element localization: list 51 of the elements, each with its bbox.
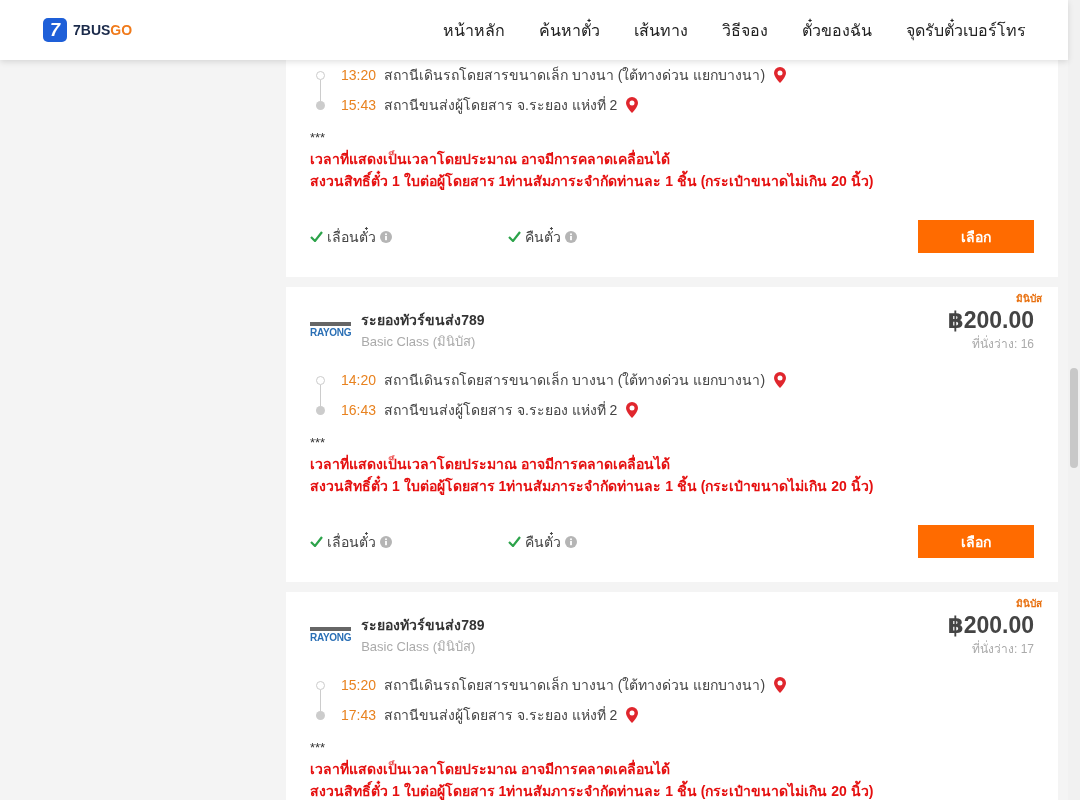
feature-label: คืนตั๋ว <box>525 226 561 247</box>
nav-link[interactable]: ค้นหาตั๋ว <box>539 17 600 43</box>
notice-text: สงวนสิทธิ์ตั๋ว 1 ใบต่อผู้โดยสาร 1ท่านสัมภาระจำกัดท่านละ 1 ชิ้น (กระเป๋าขนาดไม่เกิน 20 นิ้ว) <box>310 172 1034 190</box>
operator-name: ระยองทัวร์ขนส่ง789 <box>361 615 485 635</box>
map-pin-icon[interactable] <box>625 401 640 419</box>
feature-label: เลื่อนตั๋ว <box>327 531 376 552</box>
nav-link[interactable]: วิธีจอง <box>722 17 768 43</box>
feature-label: เลื่อนตั๋ว <box>327 226 376 247</box>
logo-name[interactable]: 7BUSGO <box>73 22 133 38</box>
stop-name: สถานีเดินรถโดยสารขนาดเล็ก บางนา (ใต้ทางด่วน แยกบางนา) <box>384 65 766 85</box>
stop-time: 16:43 <box>341 402 377 418</box>
stop-time: 14:20 <box>341 372 377 388</box>
price: ฿200.00 <box>947 307 1034 334</box>
map-pin-icon[interactable] <box>625 706 640 724</box>
bus-class: Basic Class (มินิบัส) <box>361 637 477 656</box>
seats-available: ที่นั่งว่าง: 16 <box>972 337 1034 351</box>
operator-logo: RAYONG <box>310 627 352 643</box>
notice-text: เวลาที่แสดงเป็นเวลาโดยประมาณ อาจมีการคลาดเคลื่อนได้ <box>310 455 671 473</box>
price: ฿200.00 <box>947 612 1034 639</box>
operator-logo: RAYONG <box>310 322 352 338</box>
stop-name: สถานีขนส่งผู้โดยสาร จ.ระยอง แห่งที่ 2 <box>384 95 618 116</box>
stop-time: 17:43 <box>341 707 377 723</box>
nav-link[interactable]: ตั๋วของฉัน <box>802 17 872 43</box>
notice-text: สงวนสิทธิ์ตั๋ว 1 ใบต่อผู้โดยสาร 1ท่านสัมภาระจำกัดท่านละ 1 ชิ้น (กระเป๋าขนาดไม่เกิน 20 นิ้ว) <box>310 782 1034 800</box>
note-mark: *** <box>310 740 327 756</box>
map-pin-icon[interactable] <box>773 371 788 389</box>
stop-time: 13:20 <box>341 67 377 83</box>
feature-label: คืนตั๋ว <box>525 531 561 552</box>
logo-mark[interactable]: 7 <box>43 18 67 42</box>
stop-time: 15:20 <box>341 677 377 693</box>
map-pin-icon[interactable] <box>773 66 788 84</box>
note-mark: *** <box>310 130 327 146</box>
vehicle-type-label: มินิบัส <box>1016 292 1042 306</box>
stop-name: สถานีเดินรถโดยสารขนาดเล็ก บางนา (ใต้ทางด่วน แยกบางนา) <box>384 675 766 695</box>
map-pin-icon[interactable] <box>773 676 788 694</box>
stop-time: 15:43 <box>341 97 377 113</box>
notice-text: เวลาที่แสดงเป็นเวลาโดยประมาณ อาจมีการคลาดเคลื่อนได้ <box>310 150 671 168</box>
seats-available: ที่นั่งว่าง: 17 <box>972 642 1034 656</box>
notice-text: เวลาที่แสดงเป็นเวลาโดยประมาณ อาจมีการคลาดเคลื่อนได้ <box>310 760 671 778</box>
stop-name: สถานีขนส่งผู้โดยสาร จ.ระยอง แห่งที่ 2 <box>384 400 618 421</box>
note-mark: *** <box>310 435 327 451</box>
vehicle-type-label: มินิบัส <box>1016 597 1042 611</box>
stop-name: สถานีขนส่งผู้โดยสาร จ.ระยอง แห่งที่ 2 <box>384 705 618 726</box>
bus-class: Basic Class (มินิบัส) <box>361 332 477 351</box>
map-pin-icon[interactable] <box>625 96 640 114</box>
nav-link[interactable]: หน้าหลัก <box>443 17 505 43</box>
operator-name: ระยองทัวร์ขนส่ง789 <box>361 310 485 330</box>
nav-link[interactable]: เส้นทาง <box>634 17 688 43</box>
stop-name: สถานีเดินรถโดยสารขนาดเล็ก บางนา (ใต้ทางด่วน แยกบางนา) <box>384 370 766 390</box>
notice-text: สงวนสิทธิ์ตั๋ว 1 ใบต่อผู้โดยสาร 1ท่านสัมภาระจำกัดท่านละ 1 ชิ้น (กระเป๋าขนาดไม่เกิน 20 นิ้ว) <box>310 477 1034 495</box>
nav-link[interactable]: จุดรับตั๋วเบอร์โทร <box>906 17 1026 43</box>
